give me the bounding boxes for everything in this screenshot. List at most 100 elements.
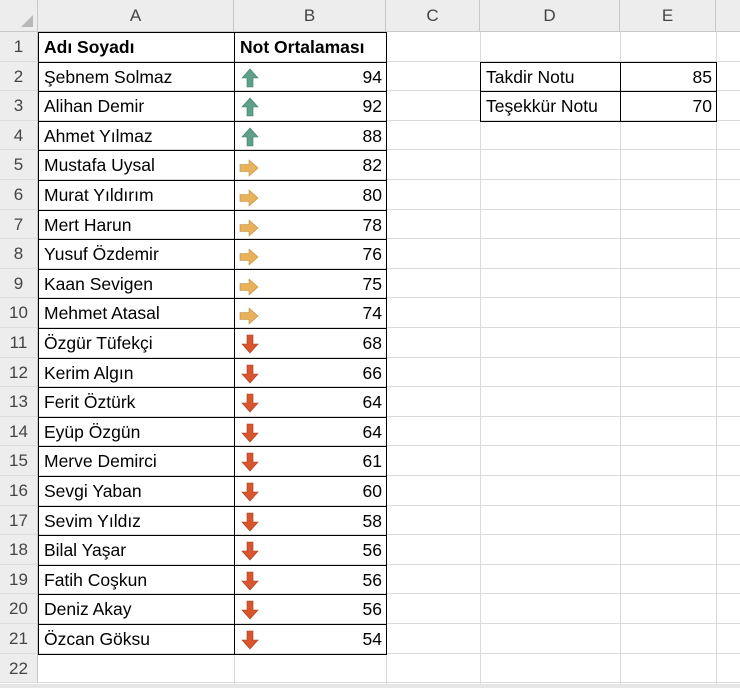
column-header-e[interactable]: E bbox=[620, 0, 716, 32]
arrow-down-icon bbox=[241, 393, 259, 413]
student-grade-cell[interactable]: 56 bbox=[234, 535, 387, 566]
column-header-c[interactable]: C bbox=[386, 0, 480, 32]
header-name-cell[interactable]: Adı Soyadı bbox=[38, 32, 235, 63]
row-header-14[interactable]: 14 bbox=[0, 416, 38, 447]
student-grade-cell[interactable]: 64 bbox=[234, 387, 387, 418]
row-header-3[interactable]: 3 bbox=[0, 91, 38, 121]
arrow-down-icon bbox=[241, 600, 259, 620]
row-header-8[interactable]: 8 bbox=[0, 239, 38, 269]
row-header-10[interactable]: 10 bbox=[0, 298, 38, 328]
student-grade-cell[interactable]: 60 bbox=[234, 476, 387, 507]
student-name-cell[interactable]: Sevgi Yaban bbox=[38, 476, 235, 507]
student-grade-cell[interactable]: 78 bbox=[234, 209, 387, 241]
row-header-17[interactable]: 17 bbox=[0, 505, 38, 536]
arrow-down-icon bbox=[241, 334, 259, 354]
row-header-16[interactable]: 16 bbox=[0, 476, 38, 506]
row-header-2[interactable]: 2 bbox=[0, 61, 38, 92]
row-header-5[interactable]: 5 bbox=[0, 150, 38, 180]
select-all-corner[interactable] bbox=[0, 0, 38, 32]
student-name-cell[interactable]: Murat Yıldırım bbox=[38, 180, 235, 211]
student-grade-cell[interactable]: 61 bbox=[234, 446, 387, 477]
arrow-up-icon bbox=[241, 97, 259, 117]
arrow-down-icon bbox=[241, 482, 259, 502]
arrow-right-icon bbox=[239, 157, 259, 178]
student-name-cell[interactable]: Ferit Öztürk bbox=[38, 387, 235, 418]
student-name-cell[interactable]: Mehmet Atasal bbox=[38, 298, 235, 329]
arrow-up-icon bbox=[241, 68, 259, 88]
grade-value: 82 bbox=[362, 155, 382, 176]
arrow-right-icon bbox=[239, 246, 259, 266]
row-header-7[interactable]: 7 bbox=[0, 209, 38, 240]
row-header-11[interactable]: 11 bbox=[0, 328, 38, 358]
grade-value: 76 bbox=[362, 244, 382, 265]
column-header-b[interactable]: B bbox=[234, 0, 386, 32]
student-grade-cell[interactable]: 94 bbox=[234, 61, 387, 93]
grade-value: 92 bbox=[362, 96, 382, 117]
student-name-cell[interactable]: Deniz Akay bbox=[38, 594, 235, 625]
student-name-cell[interactable]: Kerim Algın bbox=[38, 357, 235, 389]
grade-value: 64 bbox=[362, 392, 382, 413]
student-grade-cell[interactable]: 58 bbox=[234, 505, 387, 537]
student-name-cell[interactable]: Merve Demirci bbox=[38, 446, 235, 477]
student-grade-cell[interactable]: 74 bbox=[234, 298, 387, 329]
row-header-1[interactable]: 1 bbox=[0, 32, 38, 62]
row-header-12[interactable]: 12 bbox=[0, 357, 38, 388]
column-header-f[interactable] bbox=[716, 0, 740, 32]
student-name-cell[interactable]: Mustafa Uysal bbox=[38, 150, 235, 181]
grade-value: 88 bbox=[362, 125, 382, 146]
student-name-cell[interactable]: Fatih Coşkun bbox=[38, 564, 235, 596]
tesekkur-label-cell[interactable]: Teşekkür Notu bbox=[480, 91, 621, 122]
row-header-19[interactable]: 19 bbox=[0, 564, 38, 595]
tesekkur-value-cell[interactable]: 70 bbox=[620, 91, 717, 122]
student-name-cell[interactable]: Ahmet Yılmaz bbox=[38, 120, 235, 152]
header-grade-cell[interactable]: Not Ortalaması bbox=[234, 32, 387, 63]
row-header-6[interactable]: 6 bbox=[0, 180, 38, 210]
student-grade-cell[interactable]: 56 bbox=[234, 564, 387, 596]
row-header-4[interactable]: 4 bbox=[0, 120, 38, 151]
row-header-20[interactable]: 20 bbox=[0, 594, 38, 624]
student-grade-cell[interactable]: 92 bbox=[234, 91, 387, 122]
student-grade-cell[interactable]: 54 bbox=[234, 624, 387, 655]
arrow-right-icon bbox=[239, 305, 259, 326]
column-header-d[interactable]: D bbox=[480, 0, 620, 32]
sheet-bottom-edge bbox=[0, 684, 740, 688]
student-name-cell[interactable]: Sevim Yıldız bbox=[38, 505, 235, 537]
row-header-13[interactable]: 13 bbox=[0, 387, 38, 417]
student-name-cell[interactable]: Bilal Yaşar bbox=[38, 535, 235, 566]
student-grade-cell[interactable]: 64 bbox=[234, 416, 387, 448]
student-name-cell[interactable]: Mert Harun bbox=[38, 209, 235, 241]
row-header-18[interactable]: 18 bbox=[0, 535, 38, 565]
student-name-cell[interactable]: Eyüp Özgün bbox=[38, 416, 235, 448]
student-grade-cell[interactable]: 80 bbox=[234, 180, 387, 211]
student-name-cell[interactable]: Şebnem Solmaz bbox=[38, 61, 235, 93]
arrow-right-icon bbox=[239, 187, 259, 207]
row-header-9[interactable]: 9 bbox=[0, 268, 38, 299]
grade-value: 58 bbox=[362, 510, 382, 531]
student-name-cell[interactable]: Yusuf Özdemir bbox=[38, 239, 235, 270]
student-grade-cell[interactable]: 76 bbox=[234, 239, 387, 270]
student-grade-cell[interactable]: 75 bbox=[234, 268, 387, 300]
grade-value: 66 bbox=[362, 362, 382, 383]
student-grade-cell[interactable]: 82 bbox=[234, 150, 387, 181]
arrow-down-icon bbox=[241, 452, 259, 472]
row-header-22[interactable]: 22 bbox=[0, 653, 38, 684]
row-header-15[interactable]: 15 bbox=[0, 446, 38, 476]
takdir-label-cell[interactable]: Takdir Notu bbox=[480, 61, 621, 93]
row-header-21[interactable]: 21 bbox=[0, 624, 38, 654]
grade-value: 80 bbox=[362, 185, 382, 205]
student-name-cell[interactable]: Kaan Sevigen bbox=[38, 268, 235, 300]
student-name-cell[interactable]: Alihan Demir bbox=[38, 91, 235, 122]
student-name-cell[interactable]: Özcan Göksu bbox=[38, 624, 235, 655]
student-grade-cell[interactable]: 56 bbox=[234, 594, 387, 625]
student-name-cell[interactable]: Özgür Tüfekçi bbox=[38, 328, 235, 359]
grade-value: 54 bbox=[362, 629, 382, 649]
student-grade-cell[interactable]: 66 bbox=[234, 357, 387, 389]
arrow-down-icon bbox=[241, 541, 259, 561]
grade-value: 78 bbox=[362, 214, 382, 235]
column-header-a[interactable]: A bbox=[38, 0, 234, 32]
student-grade-cell[interactable]: 88 bbox=[234, 120, 387, 152]
arrow-down-icon bbox=[241, 512, 259, 532]
student-grade-cell[interactable]: 68 bbox=[234, 328, 387, 359]
takdir-value-cell[interactable]: 85 bbox=[620, 61, 717, 93]
arrow-down-icon bbox=[241, 571, 259, 591]
